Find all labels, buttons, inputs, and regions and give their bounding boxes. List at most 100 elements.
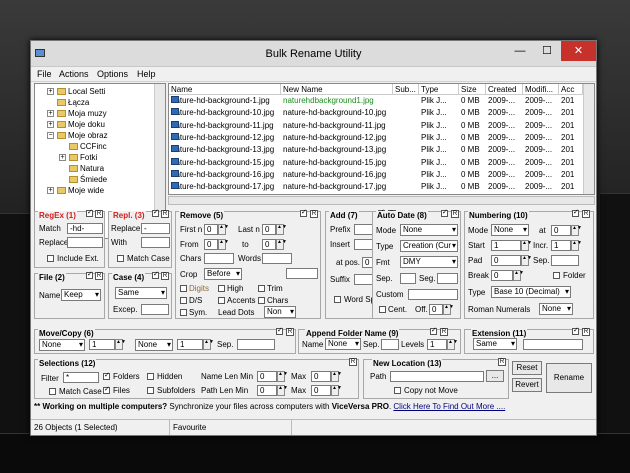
case-select[interactable]: Same — [115, 287, 167, 299]
extension-select[interactable]: Same — [473, 338, 517, 350]
file-row[interactable]: nature-hd-background-16.jpg nature-hd-bac… — [169, 169, 583, 180]
case-enable-checkbox[interactable] — [152, 270, 159, 279]
regex-enable-checkbox[interactable] — [86, 208, 93, 217]
menu-actions[interactable]: Actions — [59, 69, 89, 79]
menu-file[interactable]: File — [37, 69, 52, 79]
list-scrollbar[interactable] — [583, 84, 594, 194]
path-len-min-input[interactable]: 0 — [257, 385, 277, 396]
numbering-reset-button[interactable]: R — [582, 210, 590, 218]
copy-not-move-checkbox[interactable] — [394, 387, 401, 394]
date-fmt-select[interactable]: DMY — [400, 256, 458, 268]
num-break-spinner[interactable]: ▲▼ — [513, 270, 524, 281]
col-accessed[interactable]: Acc — [559, 84, 583, 95]
file-row[interactable]: nature-hd-background-12.jpg nature-hd-bac… — [169, 132, 583, 143]
roman-select[interactable]: None — [539, 303, 573, 315]
tree-item[interactable]: Moja muzy — [57, 108, 107, 119]
move-copy-mode2-select[interactable]: None — [135, 339, 173, 351]
chars-input[interactable] — [204, 253, 234, 264]
col-size[interactable]: Size — [459, 84, 486, 95]
lead-dots-select[interactable]: Non — [264, 306, 296, 318]
tree-expand-toggle[interactable]: + — [47, 121, 54, 128]
promo-link[interactable]: Click Here To Find Out More .... — [393, 402, 505, 411]
tree-expand-toggle[interactable]: + — [47, 110, 54, 117]
col-new-name[interactable]: New Name — [281, 84, 393, 95]
filter-input[interactable]: * — [63, 372, 99, 383]
words-input[interactable] — [262, 253, 292, 264]
auto-date-enable-checkbox[interactable] — [441, 208, 448, 217]
selections-reset-button[interactable]: R — [349, 358, 357, 366]
revert-button[interactable]: Revert — [512, 378, 542, 392]
subfolders-checkbox[interactable] — [147, 387, 154, 394]
name-len-min-spinner[interactable]: ▲▼ — [277, 371, 288, 382]
to-input[interactable]: 0 — [262, 239, 276, 250]
num-folder-checkbox[interactable] — [553, 272, 560, 279]
tree-item[interactable]: Śmiede — [69, 174, 107, 185]
match-case-checkbox[interactable] — [117, 255, 124, 262]
tree-item[interactable]: Moje doku — [57, 119, 105, 130]
num-pad-spinner[interactable]: ▲▼ — [521, 255, 532, 266]
tree-item[interactable]: Moje obraz — [57, 130, 108, 141]
move-copy-sep-input[interactable] — [237, 339, 275, 350]
maximize-button[interactable]: ☐ — [534, 41, 560, 61]
name-len-min-input[interactable]: 0 — [257, 371, 277, 382]
num-mode-select[interactable]: None — [491, 224, 529, 236]
move-copy-mode-select[interactable]: None — [39, 339, 85, 351]
numbering-enable-checkbox[interactable] — [572, 208, 579, 217]
num-sep-input[interactable] — [551, 255, 579, 266]
ds-checkbox[interactable] — [180, 297, 187, 304]
first-n-spinner[interactable]: ▲▼ — [218, 224, 229, 235]
date-type-select[interactable]: Creation (Cur — [400, 240, 458, 252]
path-max-spinner[interactable]: ▲▼ — [331, 385, 342, 396]
from-input[interactable]: 0 — [204, 239, 218, 250]
tree-item[interactable]: Local Setti — [57, 86, 105, 97]
file-name-select[interactable]: Keep — [61, 289, 101, 301]
folders-checkbox[interactable] — [103, 371, 110, 380]
tree-item[interactable]: Fotki — [69, 152, 97, 163]
tree-item[interactable]: Natura — [69, 163, 104, 174]
path-max-input[interactable]: 0 — [311, 385, 331, 396]
append-folder-enable-checkbox[interactable] — [430, 326, 437, 335]
num-incr-spinner[interactable]: ▲▼ — [571, 240, 582, 251]
file-row[interactable]: nature-hd-background-13.jpg nature-hd-bac… — [169, 145, 583, 155]
append-levels-input[interactable]: 1 — [427, 339, 447, 350]
include-ext-checkbox[interactable] — [47, 255, 54, 262]
num-type-select[interactable]: Base 10 (Decimal) — [491, 286, 571, 298]
move-copy-count-spinner[interactable]: ▲▼ — [115, 339, 126, 350]
num-break-input[interactable]: 0 — [491, 270, 513, 281]
date-mode-select[interactable]: None — [400, 224, 458, 236]
move-copy-count2-input[interactable]: 1 — [177, 339, 203, 350]
digits-checkbox[interactable] — [180, 285, 187, 292]
new-location-reset-button[interactable]: R — [498, 358, 506, 366]
chars2-checkbox[interactable] — [258, 297, 265, 304]
move-copy-count-input[interactable]: 1 — [89, 339, 115, 350]
word-space-checkbox[interactable] — [334, 296, 341, 303]
high-checkbox[interactable] — [218, 285, 225, 292]
tree-item[interactable]: Moje wide — [57, 185, 104, 196]
move-copy-reset-button[interactable]: R — [286, 328, 294, 336]
regex-reset-button[interactable]: R — [95, 210, 103, 218]
repl-replace-input[interactable]: - — [141, 223, 170, 234]
num-at-spinner[interactable]: ▲▼ — [571, 225, 582, 236]
regex-replace-input[interactable] — [67, 237, 103, 248]
num-at-input[interactable]: 0 — [551, 225, 571, 236]
trim-checkbox[interactable] — [258, 285, 265, 292]
append-name-select[interactable]: None — [325, 338, 361, 350]
file-row[interactable]: nature-hd-background-1.jpg naturehdbackgr… — [169, 96, 583, 106]
date-sep-input[interactable] — [400, 273, 416, 284]
tree-expand-toggle[interactable]: + — [47, 88, 54, 95]
case-reset-button[interactable]: R — [161, 272, 169, 280]
col-type[interactable]: Type — [419, 84, 459, 95]
num-incr-input[interactable]: 1 — [551, 240, 571, 251]
browse-button[interactable]: ... — [486, 370, 504, 382]
file-row[interactable]: nature-hd-background-17.jpg nature-hd-bac… — [169, 182, 583, 192]
hidden-checkbox[interactable] — [147, 373, 154, 380]
close-button[interactable]: ✕ — [561, 41, 596, 61]
num-start-spinner[interactable]: ▲▼ — [521, 240, 532, 251]
last-n-input[interactable]: 0 — [262, 224, 276, 235]
file-enable-checkbox[interactable] — [86, 270, 93, 279]
crop-select[interactable]: Before — [204, 268, 242, 280]
tree-item[interactable]: CCFinc — [69, 141, 107, 152]
col-sub[interactable]: Sub... — [393, 84, 419, 95]
menu-help[interactable]: Help — [137, 69, 156, 79]
list-hscrollbar[interactable] — [168, 196, 595, 205]
